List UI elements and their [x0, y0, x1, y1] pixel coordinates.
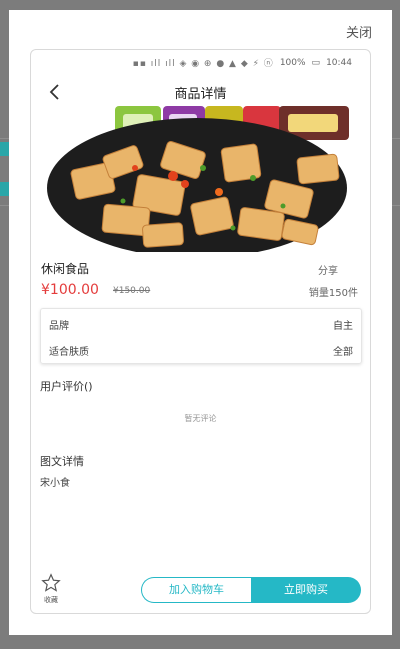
phone-frame: ▪▪ ıll ıll ◈ ◉ ⊕ ● ▲ ◆ ⚡ ⓝ 100% ▭ 10:44 …: [30, 49, 371, 614]
share-button[interactable]: 分享: [318, 262, 338, 277]
buy-now-button[interactable]: 立即购买: [251, 577, 361, 603]
product-name: 休闲食品: [41, 262, 90, 276]
price-row: ¥100.00 ¥150.00 销量150件: [41, 282, 358, 302]
spec-value: 全部: [333, 347, 353, 358]
status-bar: ▪▪ ıll ıll ◈ ◉ ⊕ ● ▲ ◆ ⚡ ⓝ 100% ▭ 10:44: [132, 56, 352, 70]
reviews-heading: 用户评价(): [40, 380, 93, 393]
no-reviews-text: 暂无评论: [184, 414, 217, 423]
status-icons: ▪▪ ıll ıll ◈ ◉ ⊕ ● ▲ ◆ ⚡ ⓝ: [132, 59, 274, 69]
navbar: 商品详情: [31, 80, 370, 104]
favorite-label: 收藏: [44, 596, 58, 604]
details-text: 宋小食: [40, 478, 70, 489]
add-to-cart-button[interactable]: 加入购物车: [141, 577, 251, 603]
battery-percent: 100%: [279, 57, 306, 68]
current-price: ¥100.00: [41, 282, 99, 298]
favorite-button[interactable]: 收藏: [39, 573, 63, 605]
spec-row-brand: 品牌 自主: [49, 315, 353, 333]
bottom-action-bar: 收藏 加入购物车 立即购买: [31, 573, 370, 613]
page-title: 商品详情: [174, 87, 227, 102]
product-image: [43, 106, 351, 252]
spec-key: 品牌: [49, 321, 69, 332]
product-detail-modal: 关闭 ▪▪ ıll ıll ◈ ◉ ⊕ ● ▲ ◆ ⚡ ⓝ 100% ▭ 10:…: [9, 10, 392, 635]
original-price: ¥150.00: [113, 286, 151, 296]
spec-value: 自主: [333, 321, 353, 332]
spec-row-skin-type: 适合肤质 全部: [49, 341, 353, 359]
close-button[interactable]: 关闭: [346, 22, 372, 41]
status-time: 10:44: [326, 57, 352, 68]
battery-icon: ▭: [311, 57, 321, 68]
star-icon: [41, 573, 61, 592]
product-name-row: 休闲食品 分享: [41, 260, 358, 278]
spec-key: 适合肤质: [49, 347, 89, 358]
details-heading: 图文详情: [40, 455, 84, 468]
specs-card: 品牌 自主 适合肤质 全部: [40, 308, 362, 364]
sales-count: 销量150件: [308, 288, 358, 299]
